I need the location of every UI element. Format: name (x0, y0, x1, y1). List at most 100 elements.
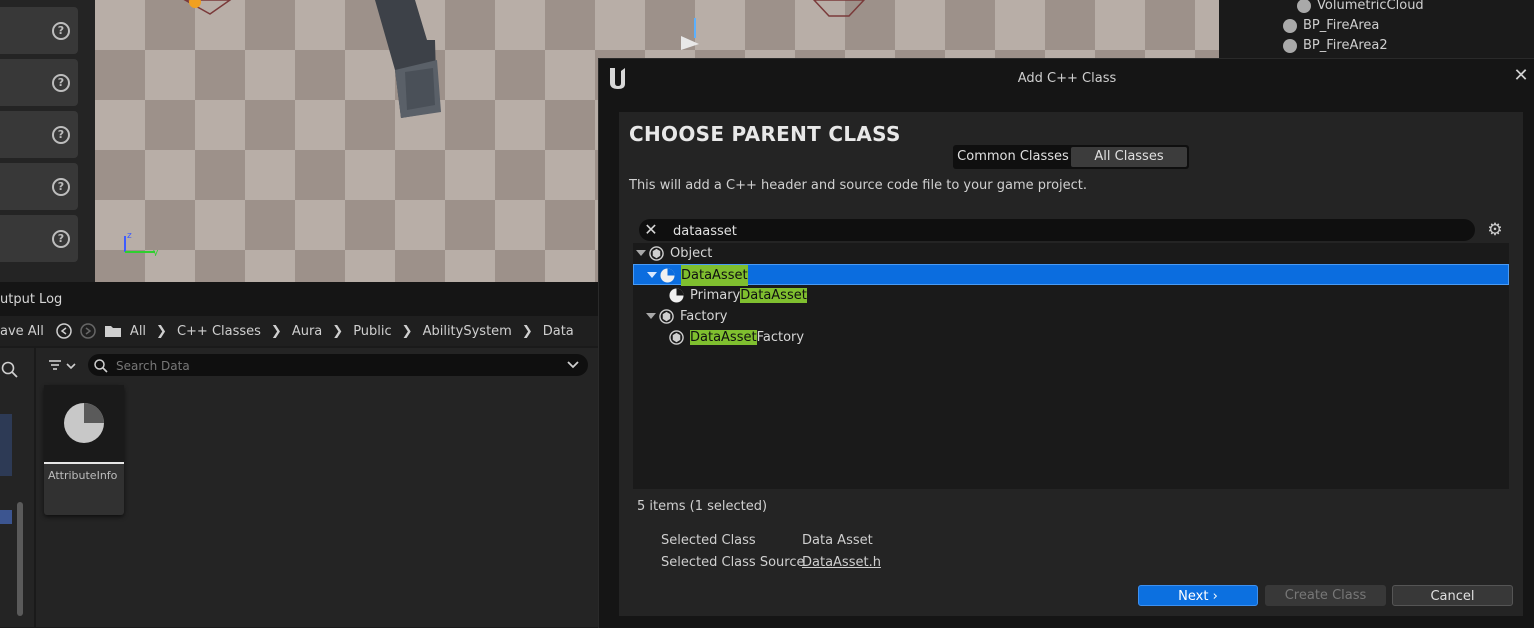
add-cpp-class-dialog: Add C++ Class ✕ CHOOSE PARENT CLASS Comm… (598, 58, 1534, 628)
breadcrumb-item[interactable]: Public (353, 324, 391, 339)
expand-arrow-icon[interactable] (646, 313, 656, 319)
help-icon[interactable]: ? (52, 230, 70, 248)
save-all-button[interactable]: ave All (0, 324, 44, 339)
breadcrumb-item[interactable]: Data (543, 324, 574, 339)
cloud-icon (1297, 0, 1311, 13)
axis-gizmo: z y (124, 231, 159, 256)
chevron-right-icon[interactable]: ❯ (332, 324, 343, 339)
selected-source-link[interactable]: DataAsset.h (802, 555, 881, 570)
help-row[interactable]: ? (0, 111, 78, 158)
help-icon[interactable]: ? (52, 74, 70, 92)
help-row[interactable]: ? (0, 215, 78, 262)
back-icon[interactable] (56, 323, 72, 339)
tree-row-object[interactable]: Object (633, 243, 1509, 264)
object-class-icon (669, 330, 684, 345)
next-button[interactable]: Next › (1138, 585, 1258, 606)
content-browser-assets: AttributeInfo (36, 348, 598, 627)
svg-text:y: y (153, 248, 159, 256)
help-icon[interactable]: ? (52, 178, 70, 196)
asset-search-box[interactable] (88, 354, 588, 378)
data-asset-icon (669, 288, 684, 303)
asset-label: AttributeInfo (48, 469, 118, 482)
data-asset-icon (64, 403, 104, 443)
search-icon (94, 359, 108, 373)
selected-source-label: Selected Class Source (661, 555, 805, 570)
close-icon[interactable]: ✕ (1513, 67, 1529, 85)
help-icon[interactable]: ? (52, 126, 70, 144)
tree-row-label: DataAssetFactory (690, 327, 804, 348)
page-heading: CHOOSE PARENT CLASS (629, 122, 901, 146)
dialog-title: Add C++ Class (1017, 71, 1117, 86)
object-class-icon (649, 246, 664, 261)
chevron-right-icon[interactable]: ❯ (522, 324, 533, 339)
gear-icon[interactable]: ⚙ (1485, 220, 1505, 240)
sources-panel (0, 348, 34, 627)
class-tree: Object DataAsset PrimaryDataAsset Factor… (633, 243, 1509, 489)
tree-row-label: Factory (680, 309, 728, 324)
help-row[interactable]: ? (0, 7, 78, 54)
tree-row-dataasset[interactable]: DataAsset (633, 264, 1509, 286)
expand-arrow-icon[interactable] (647, 272, 657, 278)
pillar-mesh[interactable] (365, 0, 485, 120)
tree-row-primarydataasset[interactable]: PrimaryDataAsset (633, 285, 1509, 306)
search-match: DataAsset (740, 288, 807, 303)
details-panel-strip: ? ? ? ? ? (0, 0, 95, 282)
camera-icon (681, 18, 699, 50)
cancel-button[interactable]: Cancel (1392, 585, 1513, 606)
actor-icon (1283, 18, 1297, 33)
dialog-description: This will add a C++ header and source co… (629, 178, 1088, 193)
tab-output-log[interactable]: utput Log (0, 292, 62, 307)
breadcrumb-item[interactable]: C++ Classes (177, 324, 261, 339)
object-class-icon (659, 309, 674, 324)
outliner-item[interactable]: BP_FireArea (1283, 18, 1379, 33)
label-prefix: Primary (690, 288, 741, 303)
light-actor-icon (183, 0, 232, 15)
asset-thumbnail (44, 385, 124, 464)
filter-icon[interactable] (47, 358, 81, 374)
asset-tile[interactable]: AttributeInfo (44, 385, 124, 515)
tree-row-dataassetfactory[interactable]: DataAssetFactory (633, 327, 1509, 348)
clear-icon[interactable]: ✕ (641, 220, 661, 240)
content-browser-toolbar: ave All All ❯ C++ Classes ❯ Aura ❯ Publi… (0, 316, 598, 346)
help-row[interactable]: ? (0, 163, 78, 210)
help-icon[interactable]: ? (52, 22, 70, 40)
breadcrumb-item[interactable]: All (130, 324, 146, 339)
folder-tree-selection (0, 414, 12, 476)
tree-row-factory[interactable]: Factory (633, 306, 1509, 327)
help-row[interactable]: ? (0, 59, 78, 106)
outliner-item-label: BP_FireArea2 (1303, 38, 1388, 53)
tree-row-label: PrimaryDataAsset (690, 285, 807, 306)
folder-tree-highlight (0, 510, 12, 524)
bottom-tab-bar: utput Log (0, 282, 598, 316)
chevron-right-icon[interactable]: ❯ (271, 324, 282, 339)
chevron-right-icon[interactable]: ❯ (156, 324, 167, 339)
asset-search-input[interactable] (114, 354, 558, 378)
tab-all-classes[interactable]: All Classes (1071, 147, 1187, 167)
create-class-button[interactable]: Create Class (1265, 585, 1386, 606)
actor-icon (1283, 38, 1297, 53)
scrollbar-thumb[interactable] (17, 502, 23, 616)
item-count: 5 items (1 selected) (637, 499, 768, 514)
expand-arrow-icon[interactable] (636, 250, 646, 256)
class-search-box[interactable]: ✕ (639, 219, 1475, 243)
tree-row-label: DataAsset (681, 265, 748, 286)
class-tab-switch: Common Classes All Classes (953, 145, 1189, 169)
search-icon[interactable] (0, 360, 20, 380)
tree-row-label: Object (670, 246, 713, 261)
class-search-input[interactable] (671, 219, 1455, 243)
chevron-right-icon: › (1212, 589, 1218, 604)
breadcrumb-item[interactable]: AbilitySystem (423, 324, 512, 339)
breadcrumb-item[interactable]: Aura (292, 324, 322, 339)
outliner-item[interactable]: BP_FireArea2 (1283, 38, 1388, 53)
selected-class-label: Selected Class (661, 533, 756, 548)
outliner-item[interactable]: VolumetricCloud (1297, 0, 1424, 13)
trigger-volume-icon (812, 0, 866, 17)
chevron-down-icon[interactable] (566, 360, 580, 370)
outliner-item-label: BP_FireArea (1303, 18, 1380, 33)
selected-class-value: Data Asset (802, 533, 873, 548)
tab-common-classes[interactable]: Common Classes (955, 147, 1071, 167)
forward-icon[interactable] (80, 323, 96, 339)
svg-text:z: z (127, 231, 132, 241)
world-outliner: VolumetricCloud BP_FireArea BP_FireArea2 (1219, 0, 1534, 57)
chevron-right-icon[interactable]: ❯ (402, 324, 413, 339)
